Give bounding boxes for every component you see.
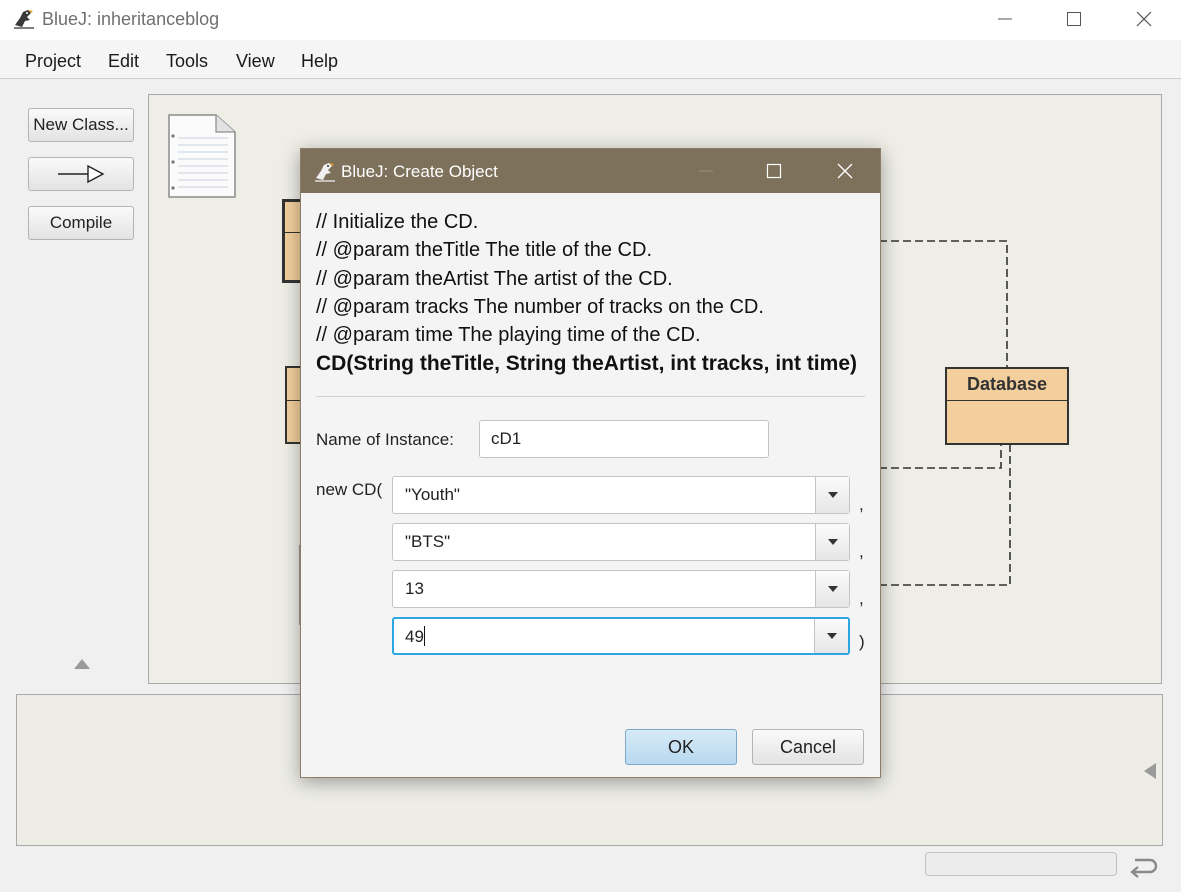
maximize-button[interactable] <box>1046 0 1102 38</box>
chevron-down-icon <box>826 633 837 639</box>
constructor-signature: CD(String theTitle, String theArtist, in… <box>316 352 857 375</box>
doc-comment-line: // @param theArtist The artist of the CD… <box>316 268 673 290</box>
new-class-button[interactable]: New Class... <box>28 108 134 142</box>
minimize-icon <box>998 18 1012 20</box>
create-object-dialog: BlueJ: Create Object // Initialize the C… <box>300 148 881 778</box>
dropdown-button[interactable] <box>815 571 849 607</box>
doc-comment-line: // @param tracks The number of tracks on… <box>316 296 764 318</box>
ok-button[interactable]: OK <box>625 729 737 765</box>
bluej-bird-icon <box>14 10 34 29</box>
arg-separator: , <box>859 495 864 514</box>
dropdown-button[interactable] <box>815 477 849 513</box>
arg-title-combo[interactable]: "Youth" <box>392 476 850 514</box>
doc-comment-line: // Initialize the CD. <box>316 211 479 233</box>
menu-tools[interactable]: Tools <box>166 51 208 72</box>
window-titlebar: BlueJ: inheritanceblog <box>0 0 1181 40</box>
arg-value: "BTS" <box>405 532 451 551</box>
arg-artist-combo[interactable]: "BTS" <box>392 523 850 561</box>
constructor-prefix: new CD( <box>316 480 383 499</box>
doc-comment-line: // @param theTitle The title of the CD. <box>316 239 652 261</box>
closing-paren: ) <box>859 632 865 651</box>
dialog-title: BlueJ: Create Object <box>341 162 498 181</box>
minimize-icon <box>699 170 713 172</box>
text-caret <box>423 626 425 646</box>
cancel-button[interactable]: Cancel <box>752 729 864 765</box>
menu-view[interactable]: View <box>236 51 275 72</box>
collapse-up-icon[interactable] <box>73 657 91 671</box>
separator <box>316 396 865 397</box>
inheritance-arrow-icon <box>58 164 105 184</box>
maximize-icon <box>766 163 782 179</box>
dialog-maximize-button[interactable] <box>744 149 804 193</box>
inheritance-arrow-button[interactable] <box>28 157 134 191</box>
minimize-button[interactable] <box>977 0 1033 38</box>
class-name: Database <box>947 369 1067 401</box>
dialog-titlebar: BlueJ: Create Object <box>301 149 880 193</box>
arg-time-combo[interactable]: 49 <box>392 617 850 655</box>
chevron-down-icon <box>827 586 838 592</box>
bluej-bird-icon <box>315 163 335 182</box>
instance-name-input[interactable]: cD1 <box>479 420 769 458</box>
menu-bar: Project Edit Tools View Help <box>0 40 1181 79</box>
maximize-icon <box>1067 12 1081 26</box>
dropdown-button[interactable] <box>815 524 849 560</box>
dialog-close-button[interactable] <box>815 149 875 193</box>
window-title: BlueJ: inheritanceblog <box>42 9 220 29</box>
arg-value: "Youth" <box>405 485 460 504</box>
doc-comment-line: // @param time The playing time of the C… <box>316 324 701 346</box>
menu-help[interactable]: Help <box>301 51 338 72</box>
arg-separator: , <box>859 542 864 561</box>
close-icon <box>837 163 853 179</box>
instance-name-label: Name of Instance: <box>316 430 454 449</box>
class-box-database[interactable]: Database <box>945 367 1069 445</box>
status-field <box>925 852 1117 876</box>
chevron-down-icon <box>827 539 838 545</box>
close-button[interactable] <box>1116 0 1172 38</box>
menu-edit[interactable]: Edit <box>108 51 139 72</box>
arg-tracks-combo[interactable]: 13 <box>392 570 850 608</box>
arg-value-wrap: 49 <box>405 626 425 647</box>
dialog-minimize-button[interactable] <box>676 149 736 193</box>
arg-value: 13 <box>405 579 424 598</box>
chevron-down-icon <box>827 492 838 498</box>
menu-project[interactable]: Project <box>25 51 81 72</box>
compile-button[interactable]: Compile <box>28 206 134 240</box>
dropdown-button[interactable] <box>814 619 848 653</box>
expand-left-icon[interactable] <box>1142 762 1158 780</box>
arg-value: 49 <box>405 627 424 646</box>
arg-separator: , <box>859 589 864 608</box>
reset-vm-icon[interactable] <box>1128 852 1158 880</box>
close-icon <box>1136 11 1152 27</box>
